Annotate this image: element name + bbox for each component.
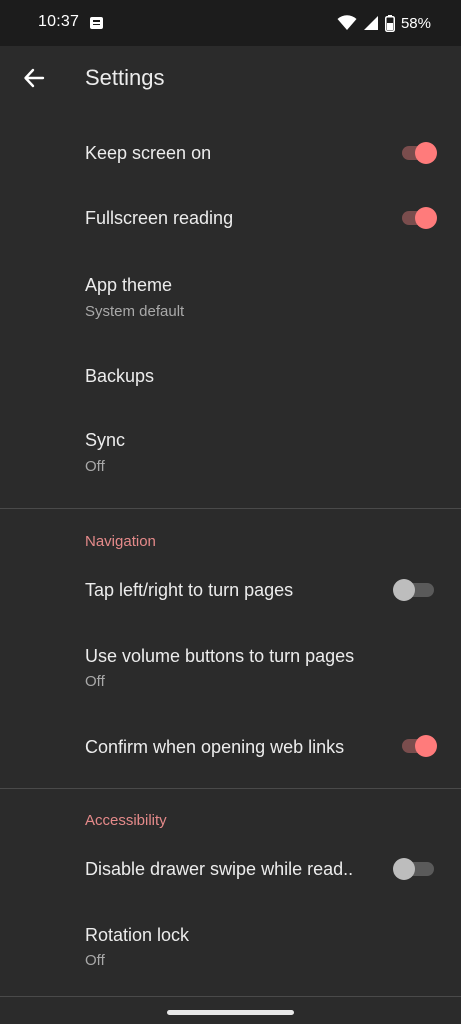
setting-summary: System default bbox=[85, 303, 185, 320]
navigation-section-header: Navigation bbox=[85, 533, 156, 550]
setting-title: Backups bbox=[85, 366, 155, 386]
svg-text:4: 4 bbox=[350, 25, 354, 31]
volume-buttons-setting[interactable]: Use volume buttons to turn pages Off bbox=[0, 630, 461, 706]
page-title: Settings bbox=[85, 65, 165, 90]
setting-summary: Off bbox=[85, 458, 105, 475]
switch-thumb bbox=[415, 142, 437, 164]
arrow-back-icon bbox=[24, 68, 45, 88]
setting-summary: Off bbox=[85, 952, 105, 969]
setting-title: Rotation lock bbox=[85, 925, 190, 945]
confirm-web-links-switch[interactable] bbox=[399, 733, 439, 759]
tap-to-turn-pages-setting[interactable]: Tap left/right to turn pages bbox=[0, 558, 461, 622]
backups-setting[interactable]: Backups bbox=[0, 344, 461, 410]
setting-title: Disable drawer swipe while read.. bbox=[85, 859, 354, 879]
wifi-icon: 4 bbox=[337, 15, 357, 31]
disable-drawer-swipe-switch[interactable] bbox=[393, 856, 439, 882]
gesture-nav-handle[interactable] bbox=[167, 1010, 294, 1015]
setting-title: Confirm when opening web links bbox=[85, 737, 345, 757]
status-bar: 10:37 4 58% bbox=[0, 0, 461, 46]
toolbar: Settings bbox=[0, 46, 461, 112]
tap-to-turn-pages-switch[interactable] bbox=[393, 577, 439, 603]
accessibility-section-header: Accessibility bbox=[85, 812, 167, 829]
setting-title: Tap left/right to turn pages bbox=[85, 580, 294, 600]
confirm-web-links-setting[interactable]: Confirm when opening web links bbox=[0, 714, 461, 778]
setting-title: Sync bbox=[85, 430, 126, 450]
app-theme-setting[interactable]: App theme System default bbox=[0, 258, 461, 334]
status-time: 10:37 bbox=[38, 13, 80, 30]
keep-screen-on-switch[interactable] bbox=[399, 140, 439, 166]
setting-title: App theme bbox=[85, 275, 173, 295]
setting-title: Keep screen on bbox=[85, 143, 212, 163]
fullscreen-reading-switch[interactable] bbox=[399, 205, 439, 231]
keep-screen-on-setting[interactable]: Keep screen on bbox=[0, 120, 461, 186]
disable-drawer-swipe-setting[interactable]: Disable drawer swipe while read.. bbox=[0, 838, 461, 902]
section-divider bbox=[0, 996, 461, 997]
section-divider bbox=[0, 788, 461, 789]
switch-thumb bbox=[415, 207, 437, 229]
setting-title: Fullscreen reading bbox=[85, 208, 234, 228]
notification-icon bbox=[90, 17, 103, 29]
rotation-lock-setting[interactable]: Rotation lock Off bbox=[0, 910, 461, 986]
setting-title: Use volume buttons to turn pages bbox=[85, 646, 355, 666]
battery-percent: 58% bbox=[400, 14, 431, 32]
battery-icon bbox=[384, 14, 395, 32]
setting-summary: Off bbox=[85, 673, 105, 690]
switch-thumb bbox=[393, 858, 415, 880]
switch-thumb bbox=[393, 579, 415, 601]
status-indicators: 4 58% bbox=[337, 12, 431, 34]
switch-thumb bbox=[415, 735, 437, 757]
sync-setting[interactable]: Sync Off bbox=[0, 414, 461, 490]
cell-signal-icon bbox=[363, 16, 378, 30]
back-button[interactable] bbox=[18, 62, 50, 94]
fullscreen-reading-setting[interactable]: Fullscreen reading bbox=[0, 186, 461, 252]
section-divider bbox=[0, 508, 461, 509]
